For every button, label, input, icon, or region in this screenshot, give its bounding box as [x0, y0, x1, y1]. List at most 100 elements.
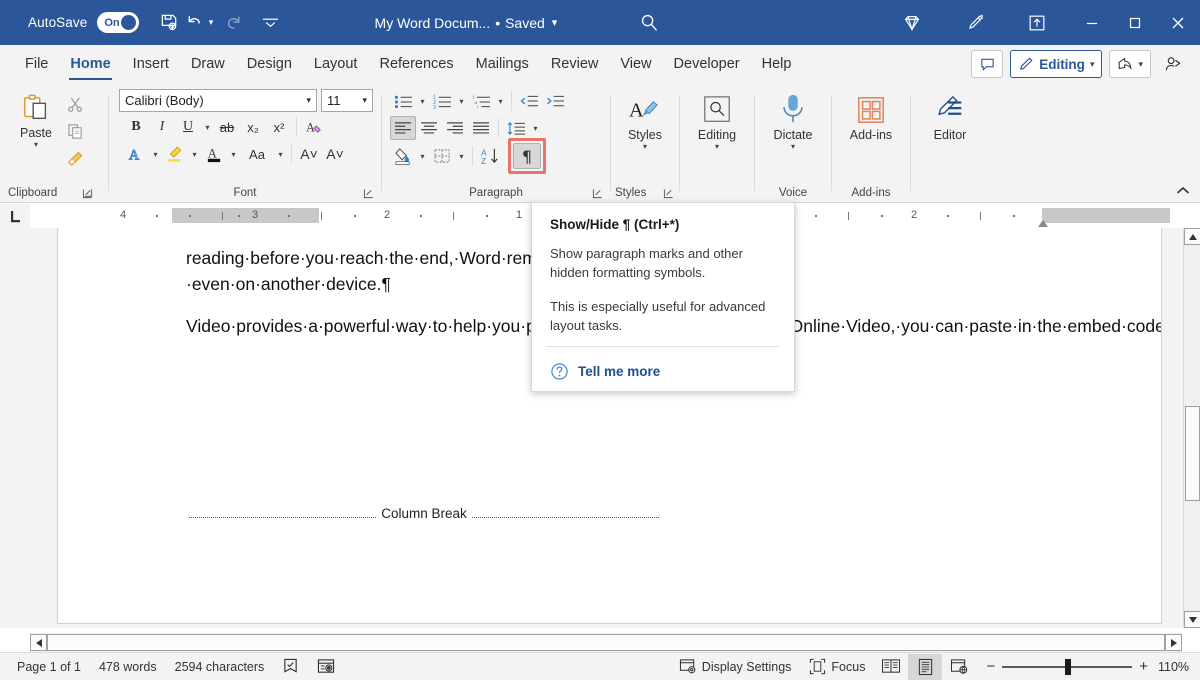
- close-button[interactable]: [1157, 0, 1200, 45]
- tell-me-more-link[interactable]: Tell me more: [550, 362, 660, 381]
- grow-font-button[interactable]: A˅: [296, 142, 322, 166]
- search-icon[interactable]: [635, 8, 663, 38]
- horizontal-scroll-thumb[interactable]: [47, 634, 1165, 651]
- tab-help[interactable]: Help: [751, 45, 803, 83]
- horizontal-scrollbar[interactable]: [30, 633, 1182, 652]
- tab-stop-selector[interactable]: [0, 204, 30, 228]
- styles-button[interactable]: A Styles ▾: [624, 93, 666, 153]
- autosave-toggle[interactable]: On: [97, 12, 138, 33]
- scroll-right-button[interactable]: [1165, 634, 1182, 651]
- right-indent-marker[interactable]: [1038, 220, 1048, 227]
- strikethrough-button[interactable]: ab: [214, 115, 240, 139]
- copy-button[interactable]: [62, 119, 88, 143]
- italic-button[interactable]: I: [149, 115, 175, 139]
- decrease-indent-button[interactable]: [516, 89, 542, 113]
- tab-design[interactable]: Design: [236, 45, 303, 83]
- addins-button[interactable]: Add-ins: [846, 93, 896, 144]
- scroll-down-button[interactable]: [1184, 611, 1200, 628]
- minimize-button[interactable]: [1070, 0, 1113, 45]
- zoom-level-label[interactable]: 110%: [1158, 660, 1200, 674]
- page-indicator[interactable]: Page 1 of 1: [8, 653, 90, 680]
- borders-chevron-down-icon[interactable]: ▾: [455, 144, 468, 168]
- editing-chevron-down-icon[interactable]: ▾: [715, 142, 719, 151]
- line-spacing-chevron-down-icon[interactable]: ▾: [529, 116, 542, 140]
- paragraph-dialog-launcher[interactable]: [592, 188, 604, 200]
- dictate-chevron-down-icon[interactable]: ▾: [791, 142, 795, 151]
- text-highlight-button[interactable]: [162, 142, 188, 166]
- comments-button[interactable]: [971, 50, 1003, 78]
- present-icon[interactable]: [1022, 7, 1052, 39]
- print-layout-button[interactable]: [908, 654, 942, 680]
- dictate-button[interactable]: Dictate ▾: [770, 91, 817, 153]
- collapse-ribbon-button[interactable]: [1176, 184, 1190, 198]
- web-layout-button[interactable]: [942, 654, 976, 680]
- tab-layout[interactable]: Layout: [303, 45, 369, 83]
- multilevel-list-button[interactable]: 1ai: [468, 89, 494, 113]
- chevron-down-icon[interactable]: ▾: [1090, 59, 1095, 70]
- zoom-slider-thumb[interactable]: [1065, 659, 1071, 675]
- font-color-chevron-down-icon[interactable]: ▾: [227, 142, 240, 166]
- undo-dropdown-chevron[interactable]: ▾: [209, 17, 214, 28]
- subscript-button[interactable]: x₂: [240, 115, 266, 139]
- bold-button[interactable]: B: [123, 115, 149, 139]
- tab-review[interactable]: Review: [540, 45, 610, 83]
- maximize-button[interactable]: [1113, 0, 1156, 45]
- align-right-button[interactable]: [442, 116, 468, 140]
- change-case-chevron-down-icon[interactable]: ▾: [274, 142, 287, 166]
- editing-mode-button[interactable]: Editing ▾: [1010, 50, 1102, 78]
- zoom-slider-track[interactable]: [1002, 666, 1132, 668]
- tab-mailings[interactable]: Mailings: [465, 45, 540, 83]
- chevron-down-icon[interactable]: ▾: [306, 95, 311, 106]
- font-name-combo[interactable]: Calibri (Body) ▾: [119, 89, 317, 112]
- highlight-chevron-down-icon[interactable]: ▾: [188, 142, 201, 166]
- font-color-button[interactable]: A: [201, 142, 227, 166]
- line-spacing-button[interactable]: [503, 116, 529, 140]
- save-icon[interactable]: [157, 9, 183, 37]
- editor-button[interactable]: Editor: [930, 93, 971, 144]
- cut-button[interactable]: [62, 92, 88, 116]
- tab-developer[interactable]: Developer: [663, 45, 751, 83]
- diamond-icon[interactable]: [897, 7, 927, 39]
- scroll-up-button[interactable]: [1184, 228, 1200, 245]
- numbering-chevron-down-icon[interactable]: ▾: [455, 89, 468, 113]
- underline-chevron-down-icon[interactable]: ▾: [201, 115, 214, 139]
- display-settings-button[interactable]: Display Settings: [670, 653, 801, 680]
- styles-chevron-down-icon[interactable]: ▾: [643, 142, 647, 151]
- tab-home[interactable]: Home: [59, 45, 121, 83]
- zoom-in-button[interactable]: +: [1139, 660, 1148, 674]
- text-effects-chevron-down-icon[interactable]: ▾: [149, 142, 162, 166]
- styles-dialog-launcher[interactable]: [663, 188, 675, 200]
- text-effects-button[interactable]: A: [123, 142, 149, 166]
- undo-icon[interactable]: [183, 9, 206, 37]
- bullets-chevron-down-icon[interactable]: ▾: [416, 89, 429, 113]
- vertical-scroll-thumb[interactable]: [1185, 406, 1200, 501]
- share-people-button[interactable]: [1158, 50, 1188, 78]
- justify-button[interactable]: [468, 116, 494, 140]
- horizontal-scroll-track[interactable]: [47, 634, 1165, 651]
- vertical-scrollbar[interactable]: [1183, 228, 1200, 628]
- sort-button[interactable]: A Z: [477, 144, 507, 168]
- accessibility-checker-button[interactable]: [308, 653, 344, 680]
- share-button[interactable]: ▾: [1109, 50, 1151, 78]
- title-chevron-down-icon[interactable]: ▾: [552, 16, 558, 29]
- zoom-out-button[interactable]: −: [986, 660, 995, 674]
- superscript-button[interactable]: x²: [266, 115, 292, 139]
- multilevel-chevron-down-icon[interactable]: ▾: [494, 89, 507, 113]
- numbering-button[interactable]: 123: [429, 89, 455, 113]
- tab-insert[interactable]: Insert: [122, 45, 180, 83]
- align-center-button[interactable]: [416, 116, 442, 140]
- shading-chevron-down-icon[interactable]: ▾: [416, 144, 429, 168]
- read-mode-button[interactable]: [874, 654, 908, 680]
- paste-chevron-down-icon[interactable]: ▾: [34, 140, 38, 149]
- shrink-font-button[interactable]: A˅: [322, 142, 348, 166]
- paste-button[interactable]: Paste ▾: [12, 89, 60, 151]
- format-painter-button[interactable]: [62, 146, 88, 170]
- chevron-down-icon[interactable]: ▾: [1138, 59, 1143, 70]
- tab-view[interactable]: View: [609, 45, 662, 83]
- font-dialog-launcher[interactable]: [363, 188, 375, 200]
- clipboard-dialog-launcher[interactable]: [82, 188, 94, 200]
- focus-mode-button[interactable]: Focus: [800, 653, 874, 680]
- change-case-button[interactable]: Aa: [240, 142, 274, 166]
- clear-formatting-button[interactable]: A: [301, 115, 327, 139]
- borders-button[interactable]: [429, 144, 455, 168]
